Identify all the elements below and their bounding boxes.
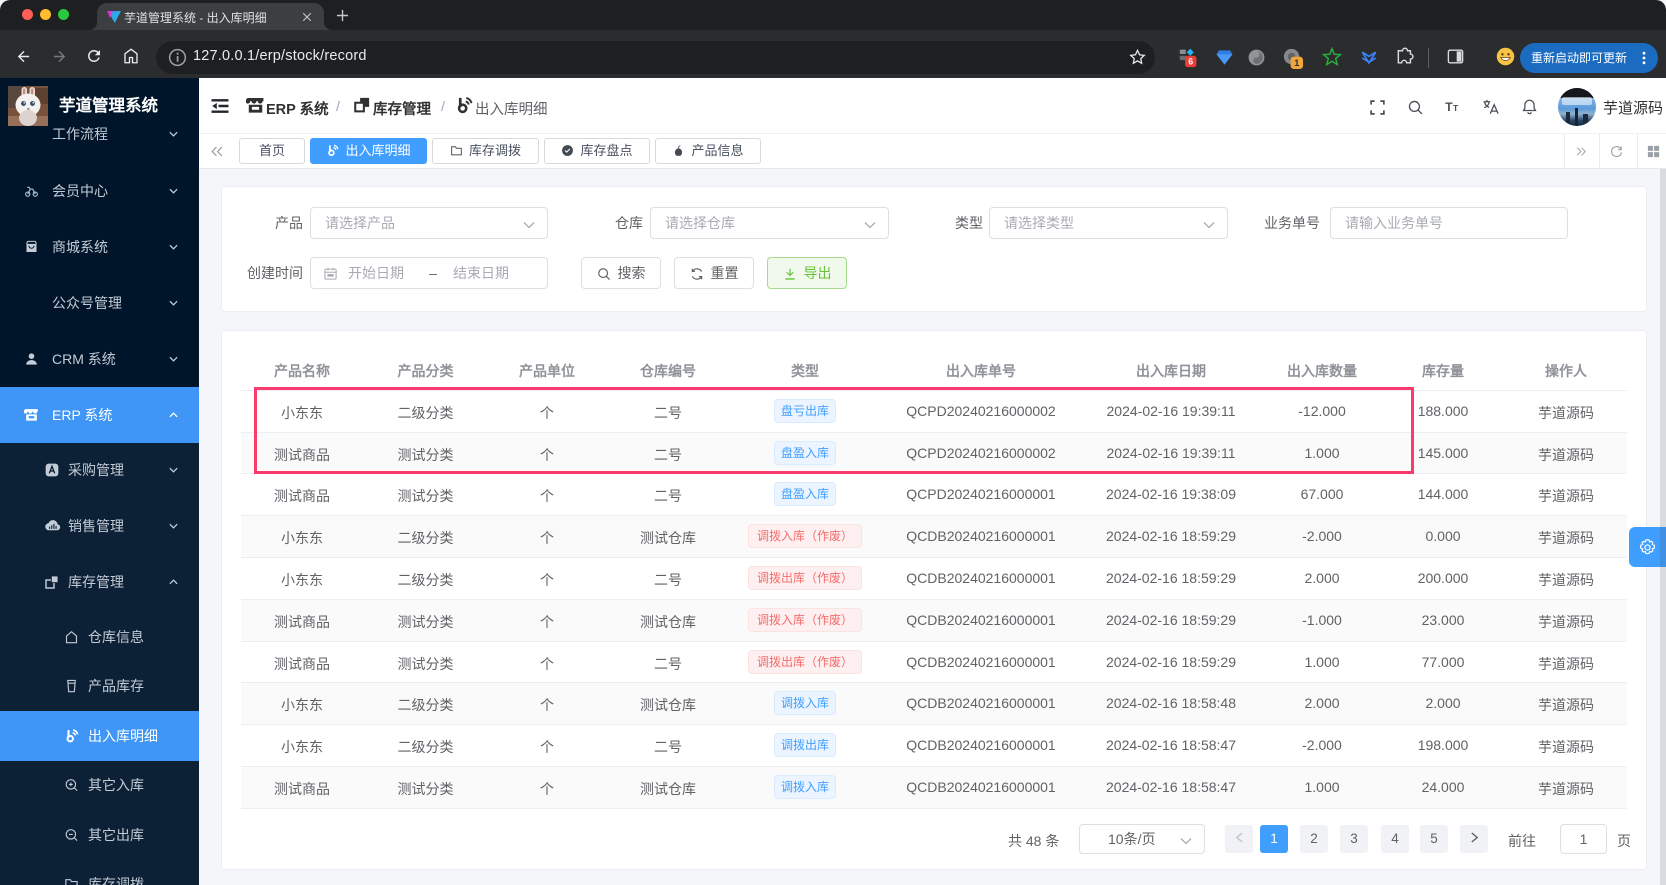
svg-text:T: T <box>1445 100 1453 114</box>
svg-text:1: 1 <box>1294 58 1300 69</box>
svg-text:6: 6 <box>1188 57 1193 67</box>
svg-text:T: T <box>1453 103 1459 113</box>
